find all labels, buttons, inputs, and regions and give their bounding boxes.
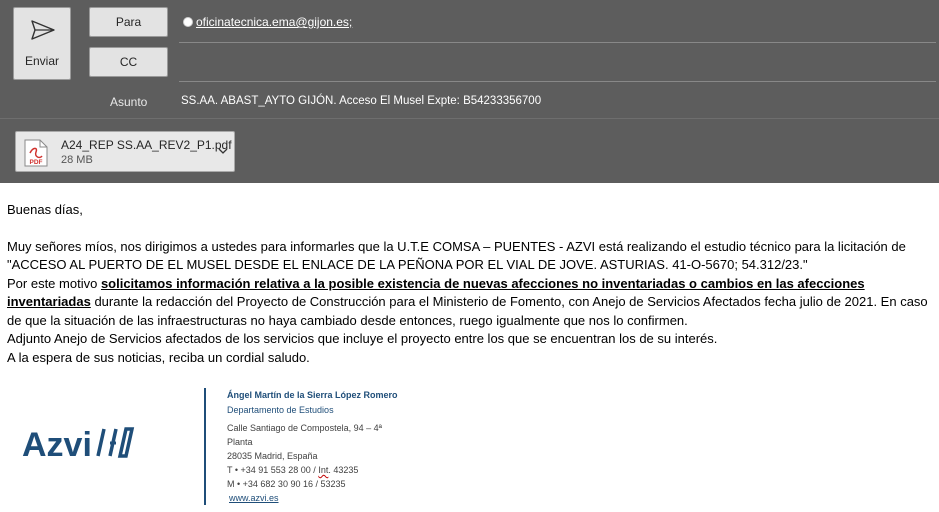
- signature-phone-int: Int: [318, 465, 329, 475]
- request-intro: Por este motivo: [7, 275, 101, 291]
- paragraph-intro: Muy señores míos, nos dirigimos a ustede…: [7, 238, 906, 273]
- to-field-divider: [179, 42, 936, 43]
- signature-website-link[interactable]: www.azvi.es: [229, 493, 279, 503]
- send-icon: [31, 20, 55, 40]
- cc-field-divider: [179, 81, 936, 82]
- signature-phone-ext: . 43235: [328, 465, 359, 475]
- signature-phone-main: T • +34 91 553 28 00 /: [227, 465, 319, 475]
- signature-mobile: M • +34 682 30 90 16 / 53235: [227, 479, 346, 489]
- recipient-status-icon: [183, 17, 193, 27]
- to-field[interactable]: oficinatecnica.ema@gijon.es;: [196, 15, 352, 29]
- signature-address-line2: Planta: [227, 437, 253, 447]
- header-divider: [0, 118, 939, 119]
- to-button[interactable]: Para: [89, 7, 168, 37]
- compose-header: Enviar Para CC oficinatecnica.ema@gijon.…: [0, 0, 939, 183]
- closing: A la espera de sus noticias, reciba un c…: [7, 349, 310, 365]
- paragraph-attachment: Adjunto Anejo de Servicios afectados de …: [7, 331, 718, 346]
- pdf-icon-label: PDF: [30, 159, 43, 166]
- signature-department: Departamento de Estudios: [227, 405, 334, 415]
- chevron-down-icon[interactable]: [218, 147, 228, 155]
- subject-label: Asunto: [110, 95, 148, 109]
- cc-button[interactable]: CC: [89, 47, 168, 77]
- message-body[interactable]: Buenas días, Muy señores míos, nos dirig…: [7, 201, 932, 367]
- attachment-chip[interactable]: PDF A24_REP SS.AA_REV2_P1.pdf 28 MB: [15, 131, 235, 172]
- send-button-label: Enviar: [24, 54, 59, 68]
- send-button[interactable]: Enviar: [13, 7, 71, 80]
- pdf-file-icon: PDF: [24, 139, 48, 167]
- paragraph-request: Por este motivo solicitamos información …: [7, 275, 932, 331]
- attachment-name: A24_REP SS.AA_REV2_P1.pdf: [61, 138, 232, 152]
- greeting: Buenas días,: [7, 202, 83, 217]
- subject-field[interactable]: SS.AA. ABAST_AYTO GIJÓN. Acceso El Musel…: [181, 95, 541, 107]
- signature-address-line3: 28035 Madrid, España: [227, 451, 318, 461]
- signature-divider: [204, 388, 206, 505]
- signature-phone: T • +34 91 553 28 00 / Int. 43235: [227, 465, 358, 475]
- signature-name: Ángel Martín de la Sierra López Romero: [227, 390, 398, 400]
- signature-website[interactable]: www.azvi.es: [229, 493, 279, 503]
- request-rest: durante la redacción del Proyecto de Con…: [7, 294, 928, 328]
- logo-wordmark: Azvi: [22, 426, 92, 463]
- attachment-size: 28 MB: [61, 154, 93, 166]
- azvi-logo: Azvi: [22, 423, 138, 468]
- signature-address-line1: Calle Santiago de Compostela, 94 – 4ª: [227, 423, 382, 433]
